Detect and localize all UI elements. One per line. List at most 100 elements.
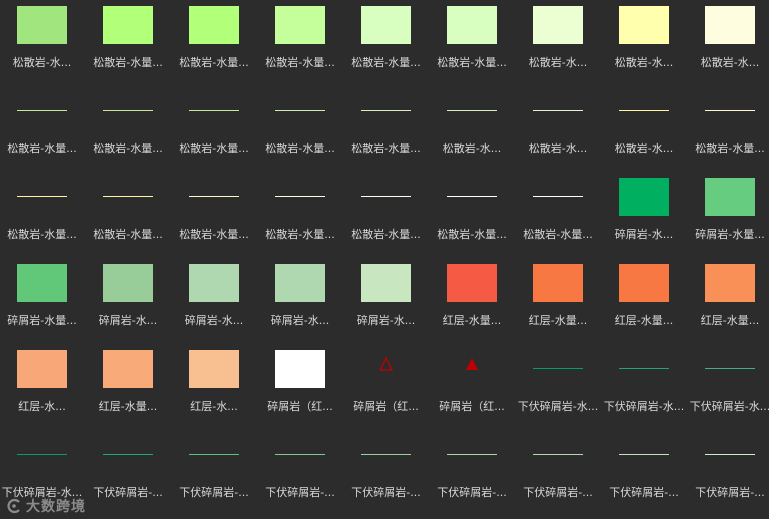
symbol-label: 松散岩-水量... xyxy=(93,142,163,155)
fill-swatch xyxy=(17,350,67,388)
symbol-item[interactable]: 下伏碎屑岩-... xyxy=(257,430,343,516)
line-swatch xyxy=(447,110,497,111)
symbol-item[interactable]: 松散岩-水... xyxy=(515,86,601,172)
symbol-preview xyxy=(0,258,85,314)
symbol-preview xyxy=(429,258,515,314)
line-swatch xyxy=(103,454,153,455)
symbol-preview xyxy=(343,258,429,314)
symbol-item[interactable]: 松散岩-水... xyxy=(515,0,601,86)
symbol-item[interactable]: 松散岩-水量... xyxy=(85,172,171,258)
symbol-item[interactable]: 松散岩-水量... xyxy=(343,86,429,172)
fill-swatch xyxy=(619,264,669,302)
symbol-preview xyxy=(429,430,515,486)
symbol-item[interactable]: 碎屑岩-水... xyxy=(171,258,257,344)
symbol-item[interactable]: 下伏碎屑岩-... xyxy=(601,430,687,516)
symbol-item[interactable]: 松散岩-水量... xyxy=(343,172,429,258)
symbol-item[interactable]: 碎屑岩-水... xyxy=(85,258,171,344)
symbol-item[interactable]: 红层-水量... xyxy=(601,258,687,344)
line-swatch xyxy=(619,454,669,455)
symbol-label: 松散岩-水量... xyxy=(179,142,249,155)
fill-swatch xyxy=(447,6,497,44)
fill-swatch xyxy=(103,6,153,44)
symbol-preview xyxy=(85,86,171,142)
symbol-label: 红层-水量... xyxy=(442,314,502,327)
symbol-item[interactable]: 碎屑岩-水量... xyxy=(687,172,769,258)
symbol-item[interactable]: 红层-水量... xyxy=(429,258,515,344)
symbol-item[interactable]: 碎屑岩（红... xyxy=(343,344,429,430)
symbol-label: 松散岩-水量... xyxy=(351,228,421,241)
line-swatch xyxy=(533,454,583,455)
line-swatch xyxy=(361,454,411,455)
symbol-preview xyxy=(343,430,429,486)
line-swatch xyxy=(189,196,239,197)
symbol-item[interactable]: 碎屑岩（红... xyxy=(257,344,343,430)
line-swatch xyxy=(189,110,239,111)
symbol-label: 碎屑岩-水量... xyxy=(695,228,765,241)
symbol-item[interactable]: 松散岩-水量... xyxy=(429,172,515,258)
symbol-item[interactable]: 松散岩-水量... xyxy=(171,86,257,172)
symbol-item[interactable]: 红层-水... xyxy=(171,344,257,430)
symbol-item[interactable]: 红层-水... xyxy=(0,344,85,430)
symbol-item[interactable]: 下伏碎屑岩-... xyxy=(85,430,171,516)
line-swatch xyxy=(275,110,325,111)
symbol-item[interactable]: 下伏碎屑岩-水... xyxy=(515,344,601,430)
symbol-item[interactable]: 下伏碎屑岩-水... xyxy=(601,344,687,430)
symbol-item[interactable]: 下伏碎屑岩-... xyxy=(429,430,515,516)
symbol-preview xyxy=(171,172,257,228)
symbol-item[interactable]: 松散岩-水量... xyxy=(85,86,171,172)
symbol-item[interactable]: 松散岩-水... xyxy=(687,0,769,86)
symbol-item[interactable]: 下伏碎屑岩-水... xyxy=(0,430,85,516)
symbol-item[interactable]: 松散岩-水... xyxy=(601,86,687,172)
symbol-item[interactable]: 红层-水量... xyxy=(85,344,171,430)
symbol-label: 碎屑岩-水... xyxy=(184,314,244,327)
symbol-item[interactable]: 松散岩-水量... xyxy=(257,86,343,172)
symbol-preview xyxy=(171,258,257,314)
symbol-label: 下伏碎屑岩-... xyxy=(265,486,335,499)
symbol-item[interactable]: 碎屑岩-水... xyxy=(601,172,687,258)
symbol-item[interactable]: 松散岩-水量... xyxy=(515,172,601,258)
symbol-label: 红层-水量... xyxy=(528,314,588,327)
symbol-preview xyxy=(343,0,429,56)
line-swatch xyxy=(361,196,411,197)
symbol-item[interactable]: 碎屑岩-水... xyxy=(257,258,343,344)
symbol-label: 松散岩-水... xyxy=(614,56,674,69)
symbol-label: 红层-水量... xyxy=(98,400,158,413)
fill-swatch xyxy=(275,264,325,302)
symbol-item[interactable]: 松散岩-水量... xyxy=(0,86,85,172)
symbol-item[interactable]: 碎屑岩-水量... xyxy=(0,258,85,344)
fill-swatch xyxy=(189,6,239,44)
symbol-item[interactable]: 松散岩-水... xyxy=(429,86,515,172)
symbol-label: 松散岩-水量... xyxy=(437,228,507,241)
symbol-label: 红层-水... xyxy=(18,400,66,413)
symbol-item[interactable]: 碎屑岩-水... xyxy=(343,258,429,344)
symbol-item[interactable]: 松散岩-水... xyxy=(0,0,85,86)
symbol-label: 松散岩-水量... xyxy=(265,228,335,241)
symbol-label: 碎屑岩（红... xyxy=(267,400,333,413)
symbol-item[interactable]: 下伏碎屑岩-... xyxy=(687,430,769,516)
symbol-item[interactable]: 松散岩-水量... xyxy=(429,0,515,86)
symbol-item[interactable]: 松散岩-水量... xyxy=(171,0,257,86)
symbol-item[interactable]: 松散岩-水量... xyxy=(0,172,85,258)
symbol-item[interactable]: 红层-水量... xyxy=(515,258,601,344)
symbol-item[interactable]: 松散岩-水量... xyxy=(343,0,429,86)
fill-swatch xyxy=(189,264,239,302)
symbol-item[interactable]: 红层-水量... xyxy=(687,258,769,344)
symbol-item[interactable]: 碎屑岩（红... xyxy=(429,344,515,430)
symbol-item[interactable]: 松散岩-水量... xyxy=(85,0,171,86)
symbol-item[interactable]: 下伏碎屑岩-... xyxy=(343,430,429,516)
symbol-item[interactable]: 松散岩-水量... xyxy=(257,0,343,86)
symbol-preview xyxy=(687,258,769,314)
symbol-item[interactable]: 下伏碎屑岩-水... xyxy=(687,344,769,430)
symbol-label: 碎屑岩-水... xyxy=(98,314,158,327)
fill-swatch xyxy=(103,350,153,388)
symbol-preview xyxy=(85,0,171,56)
symbol-item[interactable]: 下伏碎屑岩-... xyxy=(515,430,601,516)
symbol-item[interactable]: 下伏碎屑岩-... xyxy=(171,430,257,516)
symbol-item[interactable]: 松散岩-水... xyxy=(601,0,687,86)
symbol-item[interactable]: 松散岩-水量... xyxy=(687,86,769,172)
symbol-label: 松散岩-水量... xyxy=(351,142,421,155)
symbol-item[interactable]: 松散岩-水量... xyxy=(257,172,343,258)
line-swatch xyxy=(275,196,325,197)
symbol-item[interactable]: 松散岩-水量... xyxy=(171,172,257,258)
line-swatch xyxy=(17,110,67,111)
